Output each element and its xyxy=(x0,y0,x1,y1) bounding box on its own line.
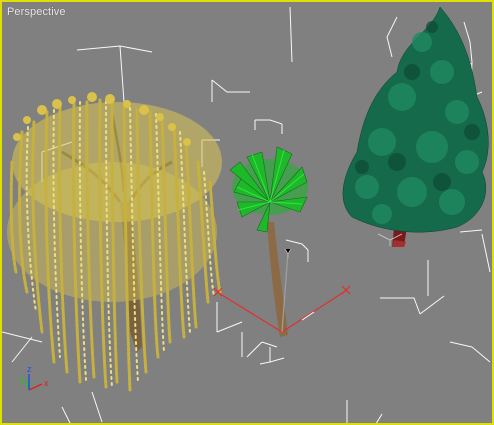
viewport-scene[interactable]: x y z xyxy=(2,2,494,425)
weeping-willow-tree[interactable] xyxy=(7,92,222,392)
pine-tree[interactable] xyxy=(342,6,489,247)
svg-text:z: z xyxy=(27,364,32,374)
svg-text:x: x xyxy=(44,378,49,388)
gizmo-x-axis[interactable] xyxy=(281,289,348,333)
perspective-viewport[interactable]: Perspective x y z xyxy=(0,0,494,425)
palm-tree[interactable] xyxy=(229,146,308,337)
axis-tripod: x y z xyxy=(20,364,49,391)
viewport-label[interactable]: Perspective xyxy=(7,6,66,18)
svg-text:y: y xyxy=(20,374,25,384)
gizmo-y-axis[interactable] xyxy=(216,291,283,333)
